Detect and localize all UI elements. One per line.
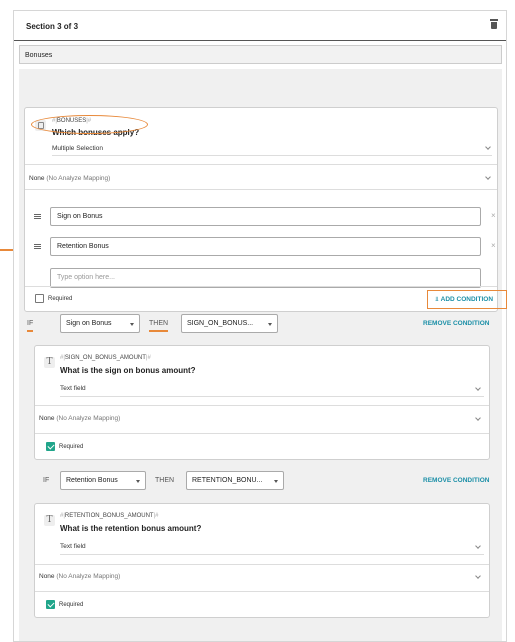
remove-option-icon[interactable]: × (491, 211, 496, 220)
drag-handle-icon[interactable] (34, 244, 41, 249)
remove-condition-button[interactable]: REMOVE CONDITION (423, 320, 489, 327)
variable-tag: #|SIGN_ON_BONUS_AMOUNT|# (60, 355, 151, 361)
variable-name: SIGN_ON_BONUS_AMOUNT (64, 355, 146, 361)
then-label: THEN (155, 477, 175, 484)
chevron-down-icon[interactable] (475, 415, 481, 421)
question-text[interactable]: What is the retention bonus amount? (60, 524, 201, 533)
caret-down-icon (268, 323, 272, 326)
then-value-select[interactable]: RETENTION_BONU... (186, 471, 284, 490)
analyze-mapping-select[interactable]: None (No Analyze Mapping) (29, 175, 110, 182)
annotation-ellipse (31, 115, 148, 134)
question-card-retention-bonus-amount: T #|RETENTION_BONUS_AMOUNT|# What is the… (34, 503, 490, 618)
required-checkbox[interactable] (46, 600, 55, 609)
then-value-select[interactable]: SIGN_ON_BONUS... (181, 314, 278, 333)
if-label: IF (43, 477, 50, 484)
question-type-select[interactable]: Text field (60, 385, 86, 392)
question-text[interactable]: What is the sign on bonus amount? (60, 366, 196, 375)
new-option-input[interactable]: Type option here... (50, 268, 481, 288)
text-question-icon: T (44, 357, 55, 368)
variable-tag: #|RETENTION_BONUS_AMOUNT|# (60, 513, 159, 519)
then-label: THEN (149, 320, 169, 332)
question-card-sign-on-bonus-amount: T #|SIGN_ON_BONUS_AMOUNT|# What is the s… (34, 345, 490, 460)
option-input[interactable]: Retention Bonus (50, 237, 481, 256)
section-title: Section 3 of 3 (26, 22, 79, 31)
drag-handle-icon[interactable] (34, 214, 41, 219)
section-header: Section 3 of 3 (14, 11, 506, 41)
question-type-select[interactable]: Multiple Selection (52, 145, 103, 152)
required-label: Required (48, 296, 73, 302)
caret-down-icon (130, 323, 134, 326)
required-label: Required (59, 444, 84, 450)
remove-option-icon[interactable]: × (491, 241, 496, 250)
if-value-select[interactable]: Sign on Bonus (60, 314, 140, 333)
chevron-down-icon[interactable] (475, 385, 481, 391)
remove-condition-button[interactable]: REMOVE CONDITION (423, 477, 489, 484)
chevron-down-icon[interactable] (485, 144, 491, 150)
add-condition-button[interactable]: ⫫ ADD CONDITION (427, 290, 507, 309)
required-checkbox[interactable] (46, 442, 55, 451)
chevron-down-icon[interactable] (475, 543, 481, 549)
question-card-bonuses: #|BONUSES|# Which bonuses apply? Multipl… (24, 107, 498, 312)
required-checkbox[interactable] (35, 294, 44, 303)
trash-icon[interactable] (490, 19, 498, 29)
if-value-select[interactable]: Retention Bonus (60, 471, 146, 490)
caret-down-icon (136, 480, 140, 483)
branch-icon: ⫫ (435, 296, 439, 303)
required-label: Required (59, 602, 84, 608)
text-question-icon: T (44, 515, 55, 526)
chevron-down-icon[interactable] (475, 573, 481, 579)
analyze-mapping-select[interactable]: None (No Analyze Mapping) (39, 573, 120, 580)
section-panel: Section 3 of 3 Bonuses #|BONUSES|# Which… (13, 10, 507, 642)
if-label: IF (27, 320, 34, 332)
caret-down-icon (274, 480, 278, 483)
variable-name: RETENTION_BONUS_AMOUNT (64, 513, 154, 519)
question-type-select[interactable]: Text field (60, 543, 86, 550)
option-input[interactable]: Sign on Bonus (50, 207, 481, 226)
section-name-field[interactable]: Bonuses (19, 45, 502, 64)
analyze-mapping-select[interactable]: None (No Analyze Mapping) (39, 415, 120, 422)
chevron-down-icon[interactable] (485, 174, 491, 180)
